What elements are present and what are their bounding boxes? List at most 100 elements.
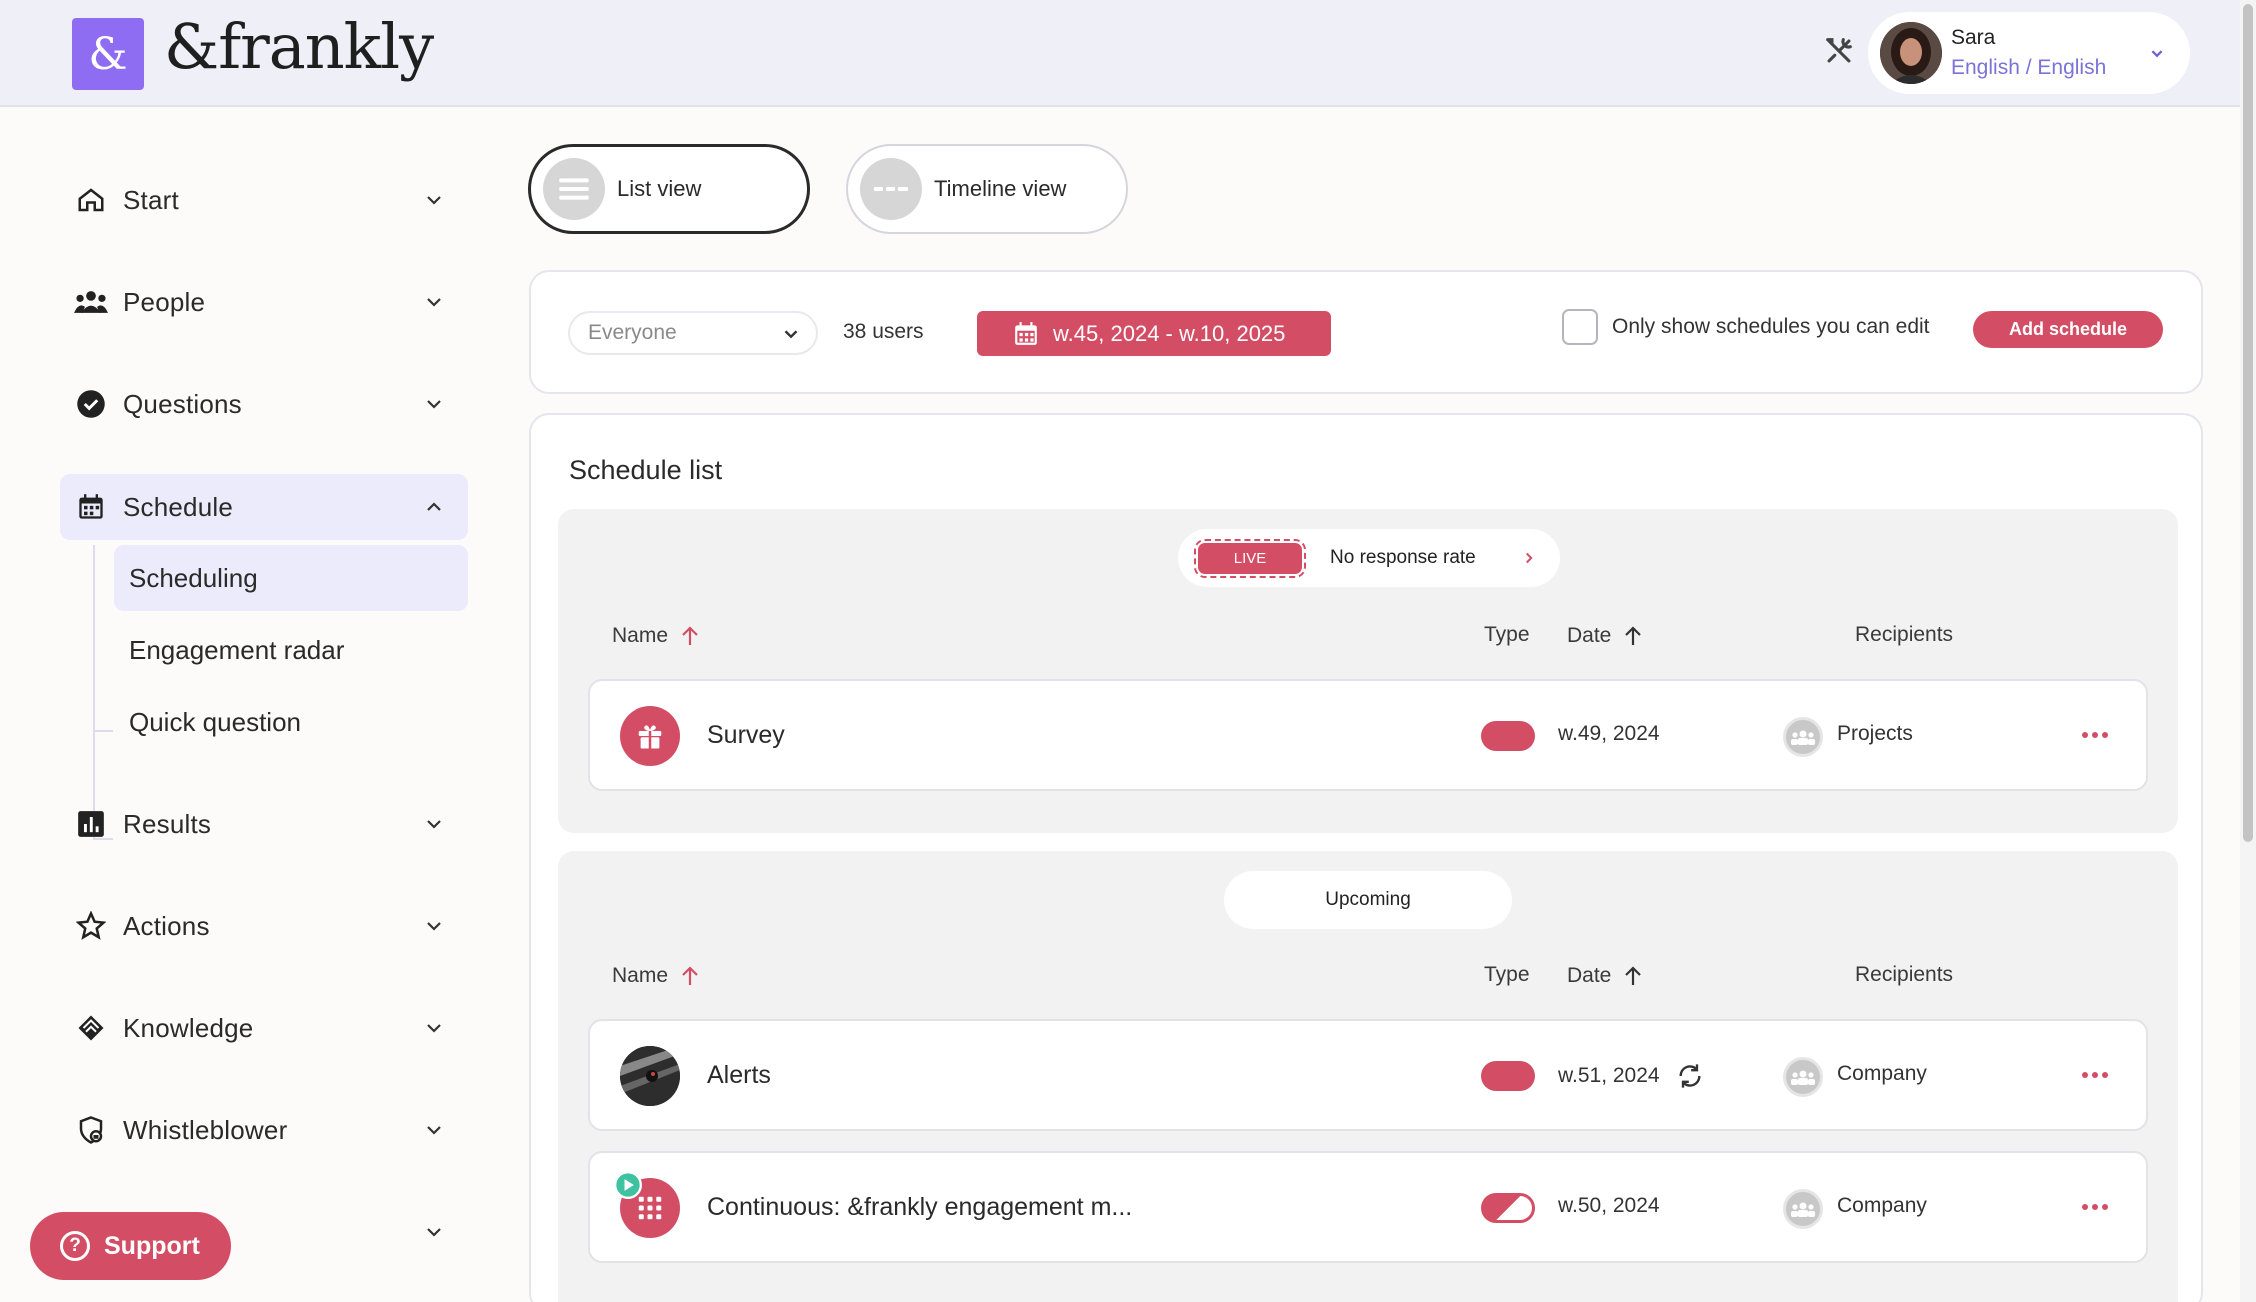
schedule-date: w.51, 2024 — [1558, 1062, 1704, 1090]
calendar-icon — [1015, 321, 1037, 345]
subitem-label: Engagement radar — [129, 634, 345, 665]
logo-text[interactable]: &frankly — [164, 10, 434, 83]
sidebar-subitem-engagement-radar[interactable]: Engagement radar — [114, 617, 468, 683]
chevron-down-icon — [427, 1024, 441, 1033]
table-row[interactable]: Continuous: &frankly engagement m... w.5… — [588, 1151, 2148, 1263]
subitem-label: Scheduling — [129, 562, 258, 593]
sidebar-item-whistleblower[interactable]: Whistleblower — [60, 1097, 468, 1163]
alerts-image-icon — [620, 1046, 680, 1106]
home-icon — [74, 183, 108, 217]
live-badge: LIVE — [1194, 539, 1306, 578]
upcoming-filter-pill[interactable]: Upcoming — [1224, 871, 1512, 929]
audience-value: Everyone — [588, 321, 677, 344]
chevron-right-icon — [1526, 552, 1533, 564]
play-badge-icon — [614, 1171, 642, 1199]
sidebar-item-knowledge[interactable]: Knowledge — [60, 995, 468, 1061]
user-name: Sara — [1951, 26, 1996, 49]
filter-panel: Everyone 38 users w.45, 2024 - w.10, 202… — [529, 270, 2203, 394]
group-icon — [1783, 1057, 1823, 1097]
timeline-icon — [860, 158, 922, 220]
sidebar-subitem-scheduling[interactable]: Scheduling — [114, 545, 468, 611]
type-indicator — [1481, 1193, 1535, 1223]
arrow-up-icon — [682, 966, 698, 985]
column-label: Type — [1484, 963, 1530, 986]
chevron-down-icon — [427, 196, 441, 205]
list-icon — [543, 158, 605, 220]
sidebar-item-label: Results — [123, 808, 212, 839]
list-view-label: List view — [617, 176, 702, 201]
schedule-name[interactable]: Continuous: &frankly engagement m... — [707, 1193, 1132, 1222]
check-circle-icon — [74, 387, 108, 421]
column-label: Recipients — [1855, 963, 1954, 986]
logo-mark[interactable]: & — [72, 18, 144, 90]
sidebar-item-label: Questions — [123, 388, 242, 419]
recipients-label: Company — [1837, 1062, 1927, 1085]
sidebar-item-label: Start — [123, 184, 179, 215]
recurring-icon — [1679, 1064, 1701, 1088]
list-view-button[interactable]: List view — [528, 144, 810, 234]
logo-symbol: & — [88, 28, 128, 80]
chevron-down-icon — [427, 922, 441, 931]
scrollbar-thumb[interactable] — [2243, 4, 2253, 842]
schedule-name[interactable]: Survey — [707, 721, 785, 750]
support-button[interactable]: ? Support — [30, 1212, 231, 1280]
live-status-label: No response rate — [1330, 547, 1476, 568]
sidebar-item-actions[interactable]: Actions — [60, 893, 468, 959]
tools-icon[interactable] — [1822, 34, 1856, 68]
table-row[interactable]: Alerts w.51, 2024 Company — [588, 1019, 2148, 1131]
date-label: w.49, 2024 — [1558, 722, 1660, 745]
recipients-label: Projects — [1837, 722, 1913, 745]
live-filter-pill[interactable]: LIVE No response rate — [1178, 529, 1560, 587]
chevron-down-icon[interactable] — [422, 1220, 446, 1244]
recipients-label: Company — [1837, 1194, 1927, 1217]
sidebar-item-label: People — [123, 286, 206, 317]
add-schedule-button[interactable]: Add schedule — [1973, 311, 2163, 348]
more-icon[interactable] — [2080, 727, 2110, 743]
chevron-down-icon — [2151, 50, 2163, 58]
chevron-down-icon — [427, 298, 441, 307]
type-indicator — [1481, 721, 1535, 751]
more-icon[interactable] — [2080, 1067, 2110, 1083]
sidebar-subitem-quick-question[interactable]: Quick question — [114, 689, 468, 755]
chevron-down-icon — [427, 820, 441, 829]
chevron-down-icon — [427, 400, 441, 409]
submenu-tick — [93, 730, 113, 732]
schedule-date: w.49, 2024 — [1558, 722, 1660, 746]
more-icon[interactable] — [2080, 1199, 2110, 1215]
sidebar-item-people[interactable]: People — [60, 269, 468, 335]
timeline-view-button[interactable]: Timeline view — [846, 144, 1128, 234]
sidebar-item-label: Actions — [123, 910, 210, 941]
column-header-name[interactable]: Name — [612, 963, 702, 989]
audience-select[interactable]: Everyone — [568, 311, 818, 355]
sidebar-item-questions[interactable]: Questions — [60, 371, 468, 437]
only-editable-checkbox[interactable] — [1562, 309, 1598, 345]
people-icon — [74, 285, 108, 319]
sidebar-item-label: Whistleblower — [123, 1114, 288, 1145]
calendar-icon — [74, 490, 108, 524]
user-language: English / English — [1951, 56, 2107, 79]
column-header-type: Type — [1484, 623, 1530, 647]
column-header-recipients: Recipients — [1855, 963, 1953, 987]
timeline-view-label: Timeline view — [934, 176, 1067, 201]
gift-icon — [620, 706, 680, 766]
sidebar-item-label: Knowledge — [123, 1012, 254, 1043]
column-header-name[interactable]: Name — [612, 623, 702, 649]
column-label: Date — [1567, 964, 1612, 987]
date-label: w.50, 2024 — [1558, 1194, 1660, 1217]
arrow-up-icon — [1625, 966, 1642, 985]
schedule-panel: Schedule list LIVE No response rate Name… — [529, 413, 2203, 1302]
date-range-picker[interactable]: w.45, 2024 - w.10, 2025 — [977, 311, 1331, 356]
schedule-name[interactable]: Alerts — [707, 1061, 771, 1090]
table-row[interactable]: Survey w.49, 2024 Projects — [588, 679, 2148, 791]
user-menu[interactable]: Sara English / English — [1868, 12, 2190, 94]
group-icon — [1783, 1189, 1823, 1229]
upcoming-section: Upcoming Name Type Date Recipients Alert… — [558, 851, 2178, 1302]
sidebar-item-schedule[interactable]: Schedule — [60, 474, 468, 540]
sidebar-item-start[interactable]: Start — [60, 167, 468, 233]
sidebar: Start People Questions Schedule Scheduli… — [0, 108, 500, 1302]
schedule-date: w.50, 2024 — [1558, 1194, 1660, 1218]
sidebar-item-results[interactable]: Results — [60, 791, 468, 857]
chevron-down-icon — [427, 1126, 441, 1135]
column-header-date[interactable]: Date — [1567, 623, 1645, 649]
column-header-date[interactable]: Date — [1567, 963, 1645, 989]
